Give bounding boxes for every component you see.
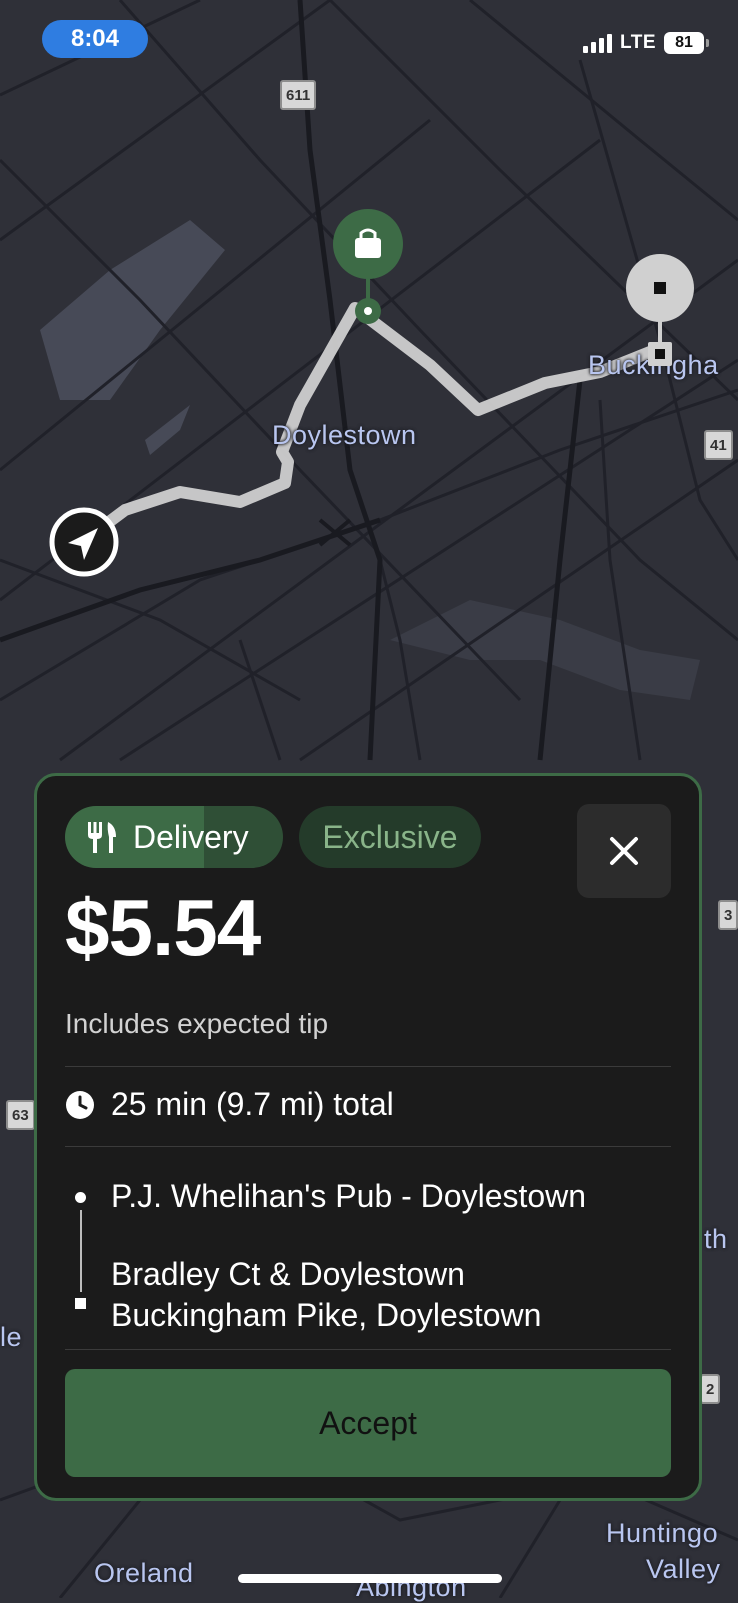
route-stops: P.J. Whelihan's Pub - Doylestown Bradley… bbox=[65, 1168, 665, 1333]
delivery-chip-label: Delivery bbox=[133, 818, 249, 855]
delivery-offer-card: Delivery Exclusive $5.54 Includes expect… bbox=[34, 773, 702, 1501]
map-label-doylestown: Doylestown bbox=[272, 420, 417, 450]
map-label-oreland: Oreland bbox=[94, 1558, 194, 1588]
battery-icon: 81 bbox=[664, 32, 709, 54]
pickup-location: P.J. Whelihan's Pub - Doylestown bbox=[111, 1178, 587, 1214]
signal-icon bbox=[583, 33, 613, 53]
clock-icon bbox=[65, 1090, 95, 1120]
current-location-marker[interactable] bbox=[48, 506, 120, 578]
map-label-partial-left: le bbox=[0, 1322, 23, 1352]
map-label-valley: Valley bbox=[646, 1554, 721, 1584]
close-icon bbox=[610, 837, 638, 865]
close-button[interactable] bbox=[577, 804, 671, 898]
status-right-group: LTE 81 bbox=[583, 30, 709, 56]
shopping-bag-icon bbox=[333, 209, 403, 324]
offer-price: $5.54 bbox=[65, 883, 261, 972]
status-time: 8:04 bbox=[42, 20, 148, 58]
exclusive-chip-label: Exclusive bbox=[322, 818, 458, 855]
map-label-huntingdon: Huntingo bbox=[606, 1518, 719, 1548]
home-indicator[interactable] bbox=[238, 1574, 502, 1583]
route-shield-2: 2 bbox=[700, 1374, 721, 1404]
exclusive-chip: Exclusive bbox=[299, 806, 481, 868]
accept-button[interactable]: Accept bbox=[65, 1369, 671, 1477]
dropoff-location-line2: Buckingham Pike, Doylestown bbox=[111, 1297, 542, 1333]
price-note: Includes expected tip bbox=[65, 1008, 329, 1039]
route-connector bbox=[80, 1210, 82, 1292]
network-type: LTE bbox=[620, 32, 656, 53]
dropoff-marker[interactable] bbox=[624, 254, 696, 370]
delivery-chip: Delivery bbox=[65, 806, 283, 868]
map-label-partial-right: th bbox=[704, 1224, 728, 1254]
dropoff-square-icon bbox=[626, 254, 694, 366]
fork-knife-icon bbox=[83, 819, 119, 855]
divider bbox=[65, 1146, 671, 1147]
dropoff-location-line1: Bradley Ct & Doylestown bbox=[111, 1256, 465, 1292]
battery-level: 81 bbox=[675, 34, 693, 51]
pickup-marker[interactable] bbox=[330, 208, 406, 328]
divider bbox=[65, 1349, 671, 1350]
duration-row: 25 min (9.7 mi) total bbox=[65, 1086, 394, 1123]
route-shield-3: 3 bbox=[718, 900, 738, 930]
navigation-arrow-icon bbox=[49, 507, 119, 577]
dropoff-square-icon bbox=[75, 1298, 86, 1309]
route-shield-611: 611 bbox=[280, 80, 317, 110]
divider bbox=[65, 1066, 671, 1067]
trip-duration: 25 min (9.7 mi) total bbox=[111, 1086, 394, 1122]
route-shield-41: 41 bbox=[704, 430, 733, 460]
route-shield-63: 63 bbox=[6, 1100, 35, 1130]
pickup-dot-icon bbox=[75, 1192, 86, 1203]
